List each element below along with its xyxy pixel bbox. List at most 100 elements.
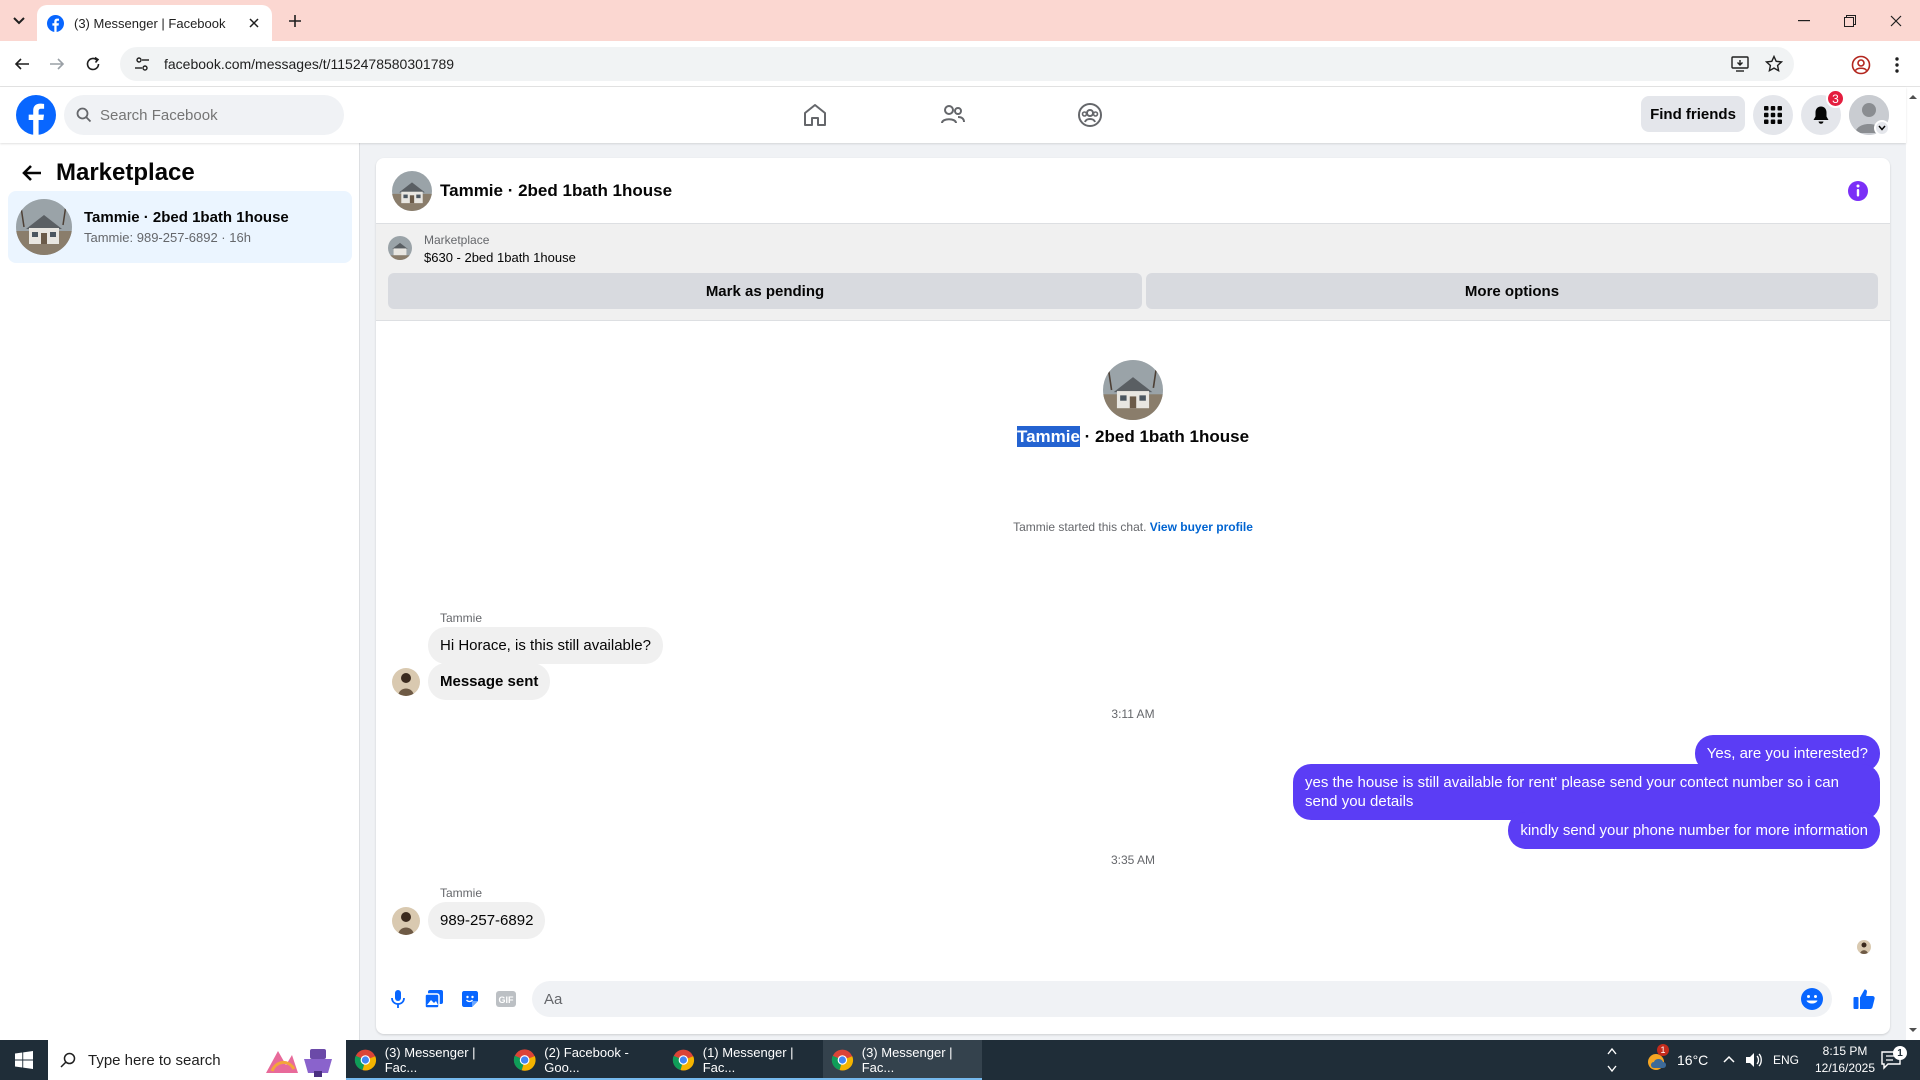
- nav-home-icon[interactable]: [759, 91, 871, 139]
- search-highlight-icon: [266, 1049, 332, 1077]
- chat-panel: Tammie · 2bed 1bath 1house Marketplace $…: [376, 158, 1890, 1034]
- chrome-icon: [831, 1049, 854, 1071]
- weather-temperature[interactable]: 16°C: [1677, 1052, 1708, 1068]
- svg-text:GIF: GIF: [499, 995, 515, 1005]
- gif-icon[interactable]: GIF: [488, 981, 524, 1017]
- incoming-message[interactable]: Hi Horace, is this still available?: [428, 627, 663, 664]
- conversation-text: Tammie · 2bed 1bath 1house Tammie: 989-2…: [84, 209, 289, 245]
- thumbs-up-like-icon[interactable]: [1846, 981, 1882, 1017]
- chat-header-thumbnail[interactable]: [392, 171, 432, 211]
- clock-date[interactable]: 12/16/2025: [1806, 1061, 1884, 1075]
- voice-clip-mic-icon[interactable]: [380, 981, 416, 1017]
- incoming-message[interactable]: Message sent: [428, 663, 551, 700]
- chat-started-text: Tammie started this chat.: [1013, 520, 1150, 534]
- window-minimize-icon[interactable]: [1781, 6, 1827, 36]
- taskbar-search-box[interactable]: Type here to search: [48, 1040, 346, 1080]
- account-chevron-down-icon[interactable]: [1874, 120, 1890, 136]
- more-options-button[interactable]: More options: [1146, 273, 1878, 309]
- taskbar-app-label: (2) Facebook - Goo...: [544, 1045, 629, 1075]
- facebook-logo-icon[interactable]: [16, 95, 56, 135]
- marketplace-listing-bar: Marketplace $630 - 2bed 1bath 1house Mar…: [376, 224, 1890, 321]
- chrome-icon: [354, 1049, 377, 1071]
- mark-as-pending-button[interactable]: Mark as pending: [388, 273, 1142, 309]
- attach-photo-icon[interactable]: [416, 981, 452, 1017]
- conversation-info-icon[interactable]: [1845, 178, 1871, 204]
- install-app-icon[interactable]: [1726, 50, 1754, 78]
- intro-name-selected: Tammie: [1016, 426, 1080, 447]
- facebook-top-nav: Find friends 3: [0, 87, 1906, 143]
- conversation-item[interactable]: Tammie · 2bed 1bath 1house Tammie: 989-2…: [8, 191, 352, 263]
- browser-tab-bar: (3) Messenger | Facebook: [0, 0, 1920, 41]
- new-tab-plus-icon[interactable]: [283, 9, 307, 33]
- view-buyer-profile-link[interactable]: View buyer profile: [1150, 520, 1253, 534]
- sender-name: Tammie: [440, 886, 483, 900]
- taskbar-app-label: (1) Messenger | Fac...: [702, 1045, 794, 1075]
- reload-icon[interactable]: [80, 51, 106, 77]
- action-center-badge: 1: [1893, 1046, 1907, 1060]
- message-thread[interactable]: Tammie · 2bed 1bath 1house Tammie starte…: [376, 321, 1890, 961]
- chrome-icon: [672, 1049, 695, 1071]
- message-timestamp: 3:35 AM: [1110, 853, 1156, 867]
- taskbar-app-messenger-2[interactable]: (1) Messenger | Fac...: [664, 1040, 823, 1080]
- taskbar-search-placeholder: Type here to search: [88, 1051, 221, 1069]
- window-close-icon[interactable]: [1873, 6, 1919, 36]
- windows-taskbar: Type here to search (3) Messenger | Fac.…: [0, 1040, 1920, 1080]
- sticker-icon[interactable]: [452, 981, 488, 1017]
- back-arrow-icon[interactable]: [16, 157, 48, 189]
- taskbar-app-label: (3) Messenger | Fac...: [861, 1045, 953, 1075]
- message-input-box[interactable]: [532, 981, 1832, 1017]
- tab-close-icon[interactable]: [246, 15, 262, 31]
- incoming-message[interactable]: 989-257-6892: [428, 902, 546, 939]
- conversation-name: Tammie · 2bed 1bath 1house: [84, 209, 289, 226]
- search-icon: [60, 1052, 76, 1068]
- profile-icon[interactable]: [1847, 51, 1875, 79]
- address-bar[interactable]: facebook.com/messages/t/1152478580301789: [120, 47, 1794, 81]
- back-arrow-icon[interactable]: [9, 51, 35, 77]
- forward-arrow-icon[interactable]: [44, 51, 70, 77]
- browser-menu-icon[interactable]: [1883, 51, 1911, 79]
- listing-thumbnail: [16, 199, 72, 255]
- emoji-icon[interactable]: [1800, 987, 1824, 1011]
- chat-header-title[interactable]: Tammie · 2bed 1bath 1house: [440, 181, 672, 201]
- sender-avatar[interactable]: [392, 907, 420, 935]
- taskbar-scroll-arrows[interactable]: [1606, 1044, 1618, 1076]
- message-composer: GIF: [376, 967, 1890, 1031]
- url-text[interactable]: facebook.com/messages/t/1152478580301789: [164, 56, 1726, 72]
- message-input[interactable]: [544, 990, 1784, 1008]
- browser-toolbar: facebook.com/messages/t/1152478580301789: [0, 41, 1920, 87]
- conversation-preview: Tammie: 989-257-6892 · 16h: [84, 230, 251, 245]
- nav-friends-icon[interactable]: [897, 91, 1009, 139]
- page-scrollbar[interactable]: [1906, 87, 1920, 1040]
- facebook-search-box[interactable]: [64, 95, 344, 135]
- language-indicator[interactable]: ENG: [1773, 1053, 1799, 1067]
- sender-name: Tammie: [440, 611, 483, 625]
- intro-title: Tammie · 2bed 1bath 1house: [376, 426, 1890, 447]
- intro-listing-thumbnail: [1103, 360, 1163, 420]
- outgoing-message[interactable]: kindly send your phone number for more i…: [1508, 812, 1880, 849]
- seen-receipt-avatar: [1857, 940, 1871, 954]
- tray-overflow-chevron-icon[interactable]: [1722, 1053, 1736, 1067]
- clock-time[interactable]: 8:15 PM: [1814, 1044, 1876, 1058]
- sidebar-header: Marketplace: [16, 157, 195, 189]
- listing-price-title[interactable]: $630 - 2bed 1bath 1house: [424, 250, 576, 265]
- taskbar-app-messenger-active[interactable]: (3) Messenger | Fac...: [823, 1040, 982, 1080]
- volume-icon[interactable]: [1745, 1052, 1763, 1068]
- site-info-icon[interactable]: [132, 54, 152, 74]
- chat-header: Tammie · 2bed 1bath 1house: [376, 158, 1890, 224]
- menu-grid-icon[interactable]: [1753, 95, 1793, 135]
- tab-title: (3) Messenger | Facebook: [74, 15, 226, 31]
- taskbar-app-messenger-1[interactable]: (3) Messenger | Fac...: [346, 1040, 505, 1080]
- taskbar-app-facebook[interactable]: (2) Facebook - Goo...: [505, 1040, 664, 1080]
- windows-start-icon[interactable]: [0, 1040, 48, 1080]
- facebook-search-input[interactable]: [100, 106, 320, 124]
- tab-search-dropdown-icon[interactable]: [8, 10, 30, 32]
- sender-avatar[interactable]: [392, 668, 420, 696]
- window-restore-icon[interactable]: [1827, 6, 1873, 36]
- marketplace-sidebar: Marketplace Tammie · 2bed 1bath 1house T…: [0, 143, 360, 1040]
- nav-groups-icon[interactable]: [1034, 91, 1146, 139]
- browser-tab-active[interactable]: (3) Messenger | Facebook: [37, 5, 272, 41]
- bookmark-star-icon[interactable]: [1760, 50, 1788, 78]
- message-timestamp: 3:11 AM: [1111, 707, 1155, 721]
- chrome-icon: [513, 1049, 536, 1071]
- find-friends-button[interactable]: Find friends: [1641, 96, 1745, 132]
